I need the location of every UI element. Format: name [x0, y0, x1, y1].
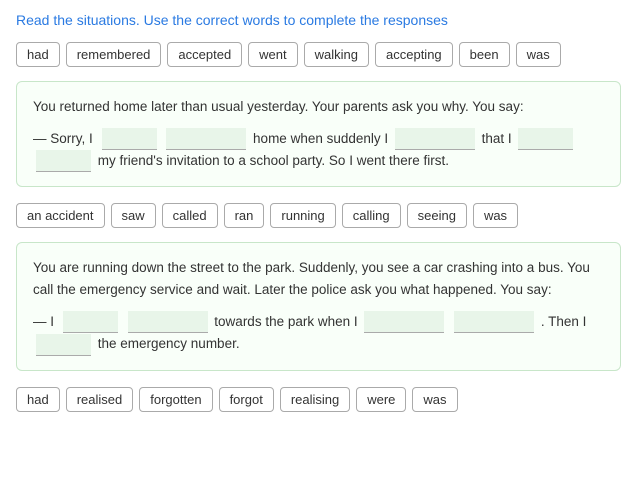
scenario-1: You returned home later than usual yeste… [16, 81, 621, 187]
word-chip[interactable]: saw [111, 203, 156, 228]
blank-7[interactable] [128, 311, 208, 333]
blank-3[interactable] [395, 128, 475, 150]
word-chip[interactable]: running [270, 203, 335, 228]
word-chip[interactable]: had [16, 42, 60, 67]
word-chip[interactable]: was [516, 42, 561, 67]
scenario-1-sentence: — Sorry, I home when suddenly I that I m… [33, 128, 604, 173]
word-chip[interactable]: called [162, 203, 218, 228]
blank-1[interactable] [102, 128, 157, 150]
word-chip[interactable]: accepted [167, 42, 242, 67]
word-bank-3: had realised forgotten forgot realising … [16, 387, 621, 412]
blank-9[interactable] [454, 311, 534, 333]
word-chip[interactable]: remembered [66, 42, 162, 67]
scenario-2-sentence: — I towards the park when I . Then I the… [33, 311, 604, 356]
word-bank-2: an accident saw called ran running calli… [16, 203, 621, 228]
scenario-1-text: You returned home later than usual yeste… [33, 96, 604, 118]
word-chip[interactable]: realising [280, 387, 350, 412]
instruction-text: Read the situations. Use the correct wor… [16, 12, 621, 28]
page: Read the situations. Use the correct wor… [0, 0, 637, 438]
word-chip[interactable]: realised [66, 387, 134, 412]
blank-8[interactable] [364, 311, 444, 333]
word-chip[interactable]: had [16, 387, 60, 412]
word-chip[interactable]: forgot [219, 387, 274, 412]
word-chip[interactable]: were [356, 387, 406, 412]
word-chip[interactable]: was [412, 387, 457, 412]
scenario-2: You are running down the street to the p… [16, 242, 621, 370]
blank-6[interactable] [63, 311, 118, 333]
blank-2[interactable] [166, 128, 246, 150]
word-chip[interactable]: an accident [16, 203, 105, 228]
word-chip[interactable]: been [459, 42, 510, 67]
word-chip[interactable]: walking [304, 42, 369, 67]
word-chip[interactable]: was [473, 203, 518, 228]
blank-5[interactable] [36, 150, 91, 172]
word-chip[interactable]: seeing [407, 203, 467, 228]
word-chip[interactable]: ran [224, 203, 265, 228]
scenario-2-text: You are running down the street to the p… [33, 257, 604, 300]
dash: — I [33, 314, 54, 329]
word-bank-1: had remembered accepted went walking acc… [16, 42, 621, 67]
word-chip[interactable]: accepting [375, 42, 453, 67]
dash: — Sorry, I [33, 131, 93, 146]
blank-4[interactable] [518, 128, 573, 150]
word-chip[interactable]: went [248, 42, 297, 67]
word-chip[interactable]: forgotten [139, 387, 212, 412]
blank-10[interactable] [36, 334, 91, 356]
word-chip[interactable]: calling [342, 203, 401, 228]
